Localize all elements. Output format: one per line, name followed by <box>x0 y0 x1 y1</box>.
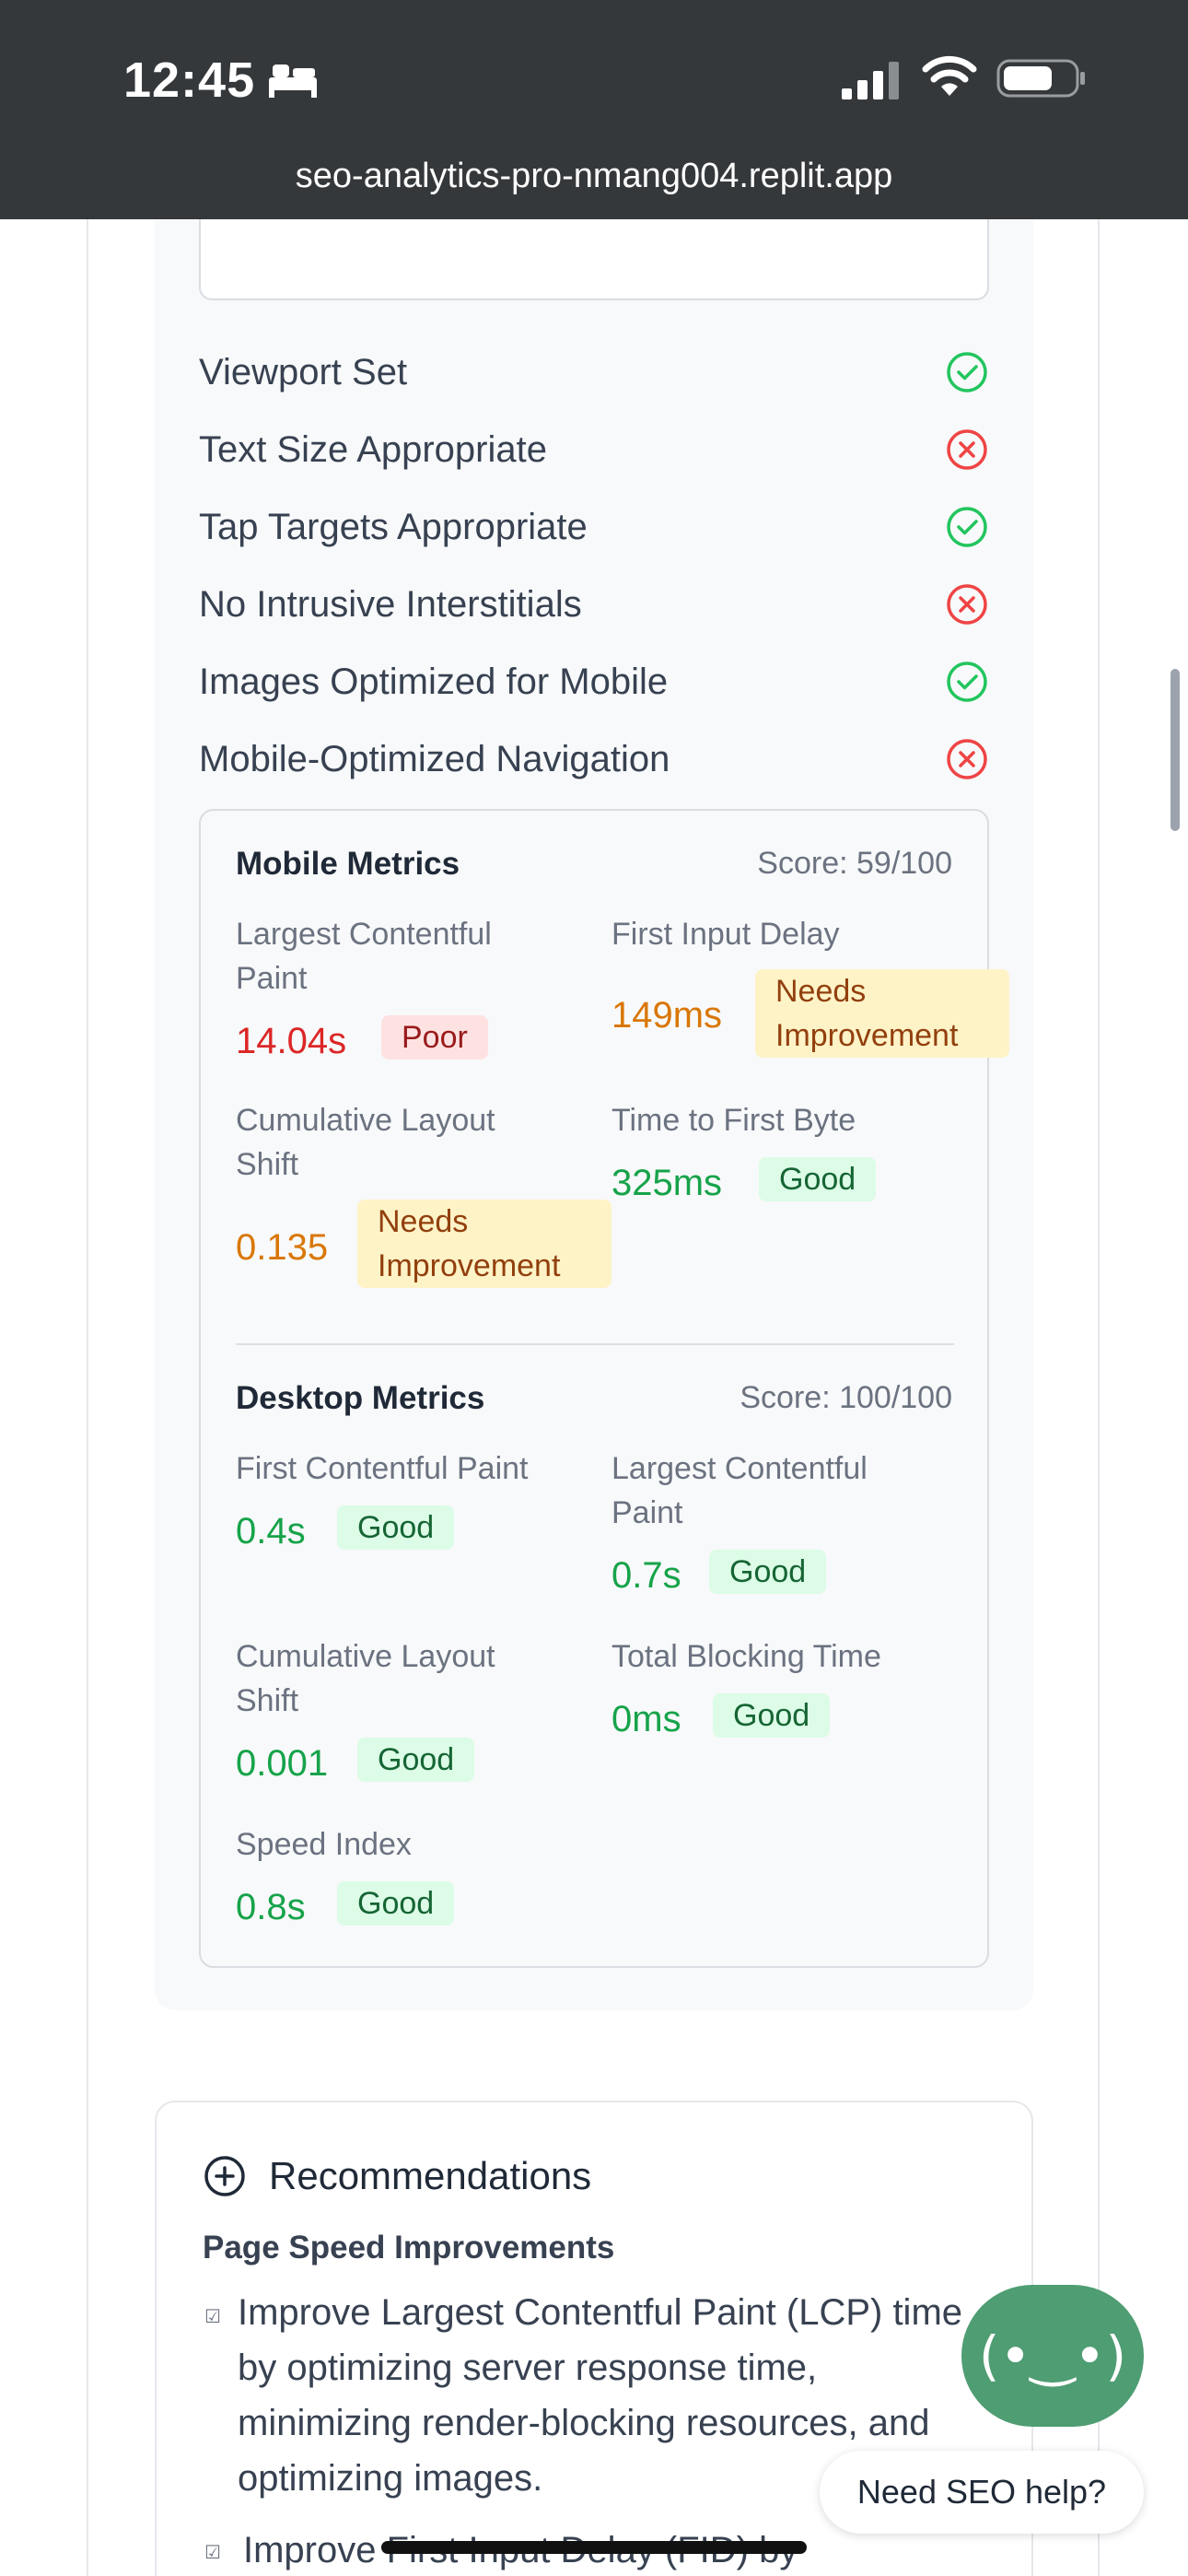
metric-label: Speed Index <box>236 1827 412 1862</box>
rating-badge: Good <box>337 1881 455 1926</box>
x-circle-icon <box>947 429 987 470</box>
recommendations-subtitle: Page Speed Improvements <box>203 2230 615 2266</box>
metric-label: Time to First Byte <box>611 1103 856 1138</box>
metric-value: 14.04s <box>236 1021 347 1061</box>
checklist-label: Mobile-Optimized Navigation <box>199 739 670 779</box>
checkbox-bullet-icon: ☑ <box>204 2307 221 2327</box>
metric-label: Largest Contentful Paint <box>611 1451 868 1530</box>
mobile-metrics-title: Mobile Metrics <box>236 846 460 882</box>
metric-label: Cumulative Layout Shift <box>236 1103 495 1182</box>
rating-badge: Good <box>713 1693 831 1738</box>
section-divider <box>236 1343 954 1345</box>
rating-badge: Good <box>759 1157 877 1201</box>
checklist-label: Tap Targets Appropriate <box>199 507 588 547</box>
rating-badge: Needs Improvement <box>755 969 1009 1058</box>
metric-value: 0.4s <box>236 1511 306 1551</box>
metric-label: Cumulative Layout Shift <box>236 1639 495 1718</box>
metric-value: 149ms <box>611 995 723 1036</box>
checklist-item: Mobile-Optimized Navigation <box>199 732 989 787</box>
checklist-item: Images Optimized for Mobile <box>199 654 989 709</box>
address-bar-url[interactable]: seo-analytics-pro-nmang004.replit.app <box>0 157 1188 196</box>
rating-badge: Good <box>357 1738 475 1782</box>
checklist-item: Viewport Set <box>199 345 989 400</box>
metric-value: 0.8s <box>236 1887 306 1927</box>
checklist-item: Tap Targets Appropriate <box>199 499 989 555</box>
checklist-label: Images Optimized for Mobile <box>199 662 669 702</box>
metric-value: 0.7s <box>611 1555 681 1596</box>
checklist-item: No Intrusive Interstitials <box>199 577 989 632</box>
metric-label: First Contentful Paint <box>236 1451 529 1486</box>
desktop-metrics-title: Desktop Metrics <box>236 1380 485 1416</box>
metric-label: Total Blocking Time <box>611 1639 881 1674</box>
x-circle-icon <box>947 584 987 625</box>
battery-icon <box>996 59 1085 98</box>
help-tooltip[interactable]: Need SEO help? <box>820 2451 1144 2534</box>
metric-label: Largest Contentful Paint <box>236 917 492 996</box>
status-bar: 12:45 seo-analytics-pro-nmang004.replit.… <box>0 0 1188 219</box>
check-circle-icon <box>947 507 987 547</box>
scrollbar-thumb[interactable] <box>1171 669 1180 831</box>
x-circle-icon <box>947 739 987 779</box>
rating-badge: Good <box>709 1550 827 1594</box>
cellular-signal-icon <box>842 62 899 100</box>
metric-label: First Input Delay <box>611 917 840 952</box>
metric-value: 0.135 <box>236 1227 329 1268</box>
plus-circle-icon <box>204 2156 245 2196</box>
seo-assistant-button[interactable]: (•‿•) <box>961 2285 1144 2427</box>
home-indicator[interactable] <box>381 2541 807 2554</box>
rating-badge: Poor <box>381 1015 488 1060</box>
checklist-item: Text Size Appropriate <box>199 422 989 477</box>
bed-icon <box>269 64 317 98</box>
checklist-label: No Intrusive Interstitials <box>199 584 582 625</box>
metric-value: 0.001 <box>236 1743 329 1784</box>
check-circle-icon <box>947 352 987 392</box>
checklist-label: Text Size Appropriate <box>199 429 547 470</box>
recommendations-title: Recommendations <box>269 2154 592 2197</box>
metric-value: 325ms <box>611 1163 723 1203</box>
checklist-label: Viewport Set <box>199 352 408 392</box>
mobile-score: Score: 59/100 <box>757 846 952 881</box>
rating-badge: Needs Improvement <box>357 1200 611 1288</box>
rating-badge: Good <box>337 1505 455 1550</box>
desktop-score: Score: 100/100 <box>740 1380 952 1415</box>
wifi-icon <box>922 55 977 96</box>
metric-value: 0ms <box>611 1699 681 1739</box>
core-web-vitals-box: Mobile Metrics Score: 59/100 Largest Con… <box>199 809 1009 1968</box>
clock: 12:45 <box>123 53 256 108</box>
checkbox-bullet-icon: ☑ <box>204 2543 221 2563</box>
text-output-box[interactable] <box>199 219 989 300</box>
check-circle-icon <box>947 662 987 702</box>
